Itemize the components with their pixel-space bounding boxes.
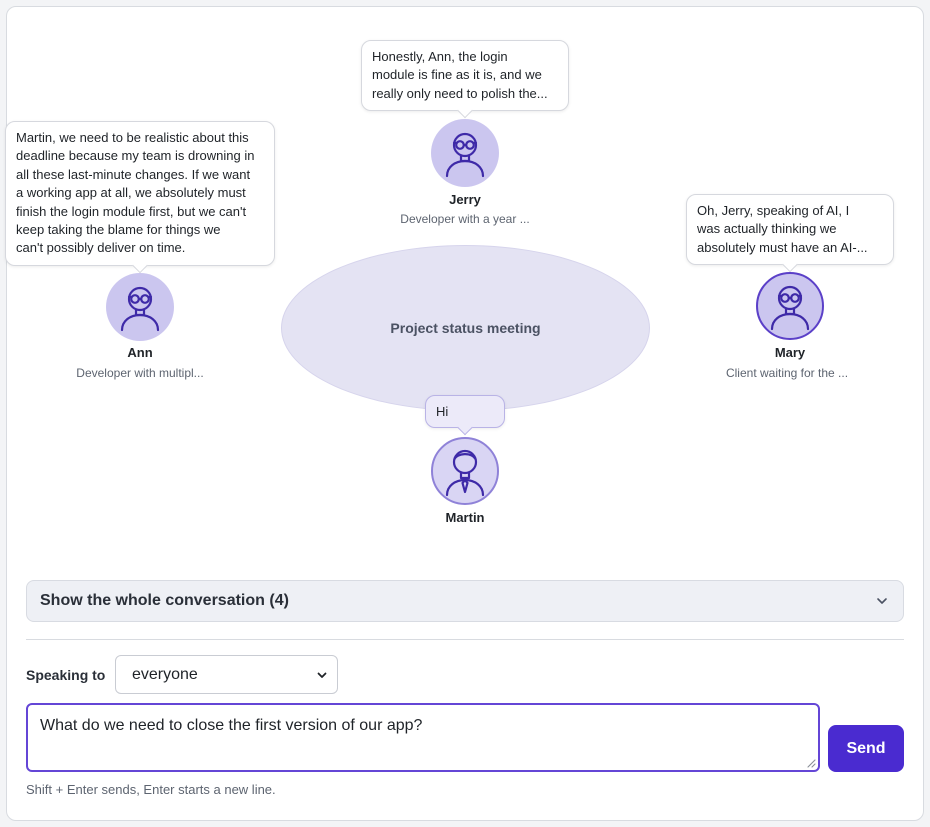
meeting-stage: Project status meeting Honestly, Ann, th… <box>0 0 930 560</box>
developer-glasses-icon <box>445 132 485 178</box>
ann-role: Developer with multipl... <box>76 366 204 380</box>
resize-handle-icon[interactable] <box>806 758 816 768</box>
mary-avatar[interactable] <box>756 272 824 340</box>
message-input[interactable]: What do we need to close the first versi… <box>26 703 820 772</box>
show-conversation-label: Show the whole conversation (4) <box>40 592 289 609</box>
ann-speech-bubble: Martin, we need to be realistic about th… <box>5 121 275 266</box>
jerry-speech-bubble: Honestly, Ann, the login module is fine … <box>361 40 569 112</box>
martin-avatar[interactable] <box>431 437 499 505</box>
jerry-name: Jerry <box>449 192 481 207</box>
bubble-line: a working app at all, we absolutely must <box>16 185 246 201</box>
chevron-down-icon <box>877 598 887 604</box>
divider <box>26 639 904 640</box>
developer-glasses-icon <box>120 286 160 332</box>
bubble-line: can't possibly deliver on time. <box>16 240 186 256</box>
chevron-down-icon <box>317 672 327 678</box>
ann-name: Ann <box>127 345 153 360</box>
martin-name: Martin <box>445 510 485 525</box>
bubble-line: Hi <box>436 404 449 419</box>
bubble-line: was actually thinking we <box>697 221 837 237</box>
manager-tie-icon <box>445 449 485 497</box>
bubble-line: absolutely must have an AI-... <box>697 239 868 255</box>
send-button[interactable]: Send <box>828 725 904 772</box>
speaking-to-label: Speaking to <box>26 667 106 683</box>
bubble-line: module is fine as it is, and we <box>372 67 542 83</box>
meeting-title: Project status meeting <box>390 320 541 336</box>
jerry-role: Developer with a year ... <box>400 212 530 226</box>
bubble-line: deadline because my team is drowning in <box>16 148 255 164</box>
martin-speech-bubble: Hi <box>425 395 505 428</box>
ann-avatar[interactable] <box>106 273 174 341</box>
meeting-table: Project status meeting <box>281 245 650 411</box>
bubble-line: Oh, Jerry, speaking of AI, I <box>697 203 850 218</box>
bubble-line: really only need to polish the... <box>372 85 548 101</box>
show-conversation-toggle[interactable]: Show the whole conversation (4) <box>26 580 904 622</box>
recipient-selected-value: everyone <box>132 665 198 683</box>
recipient-select[interactable]: everyone <box>115 655 338 694</box>
message-text: What do we need to close the first versi… <box>40 717 423 734</box>
mary-role: Client waiting for the ... <box>725 366 849 380</box>
bubble-line: Martin, we need to be realistic about th… <box>16 130 249 145</box>
mary-name: Mary <box>774 345 806 360</box>
bubble-line: Honestly, Ann, the login <box>372 49 508 64</box>
bubble-line: keep taking the blame for things we <box>16 222 221 238</box>
bubble-line: all these last-minute changes. If we wan… <box>16 166 251 182</box>
bubble-line: finish the login module first, but we ca… <box>16 203 247 219</box>
jerry-avatar[interactable] <box>431 119 499 187</box>
keyboard-hint: Shift + Enter sends, Enter starts a new … <box>26 782 276 797</box>
mary-speech-bubble: Oh, Jerry, speaking of AI, I was actuall… <box>686 194 894 266</box>
client-glasses-icon <box>770 285 810 331</box>
